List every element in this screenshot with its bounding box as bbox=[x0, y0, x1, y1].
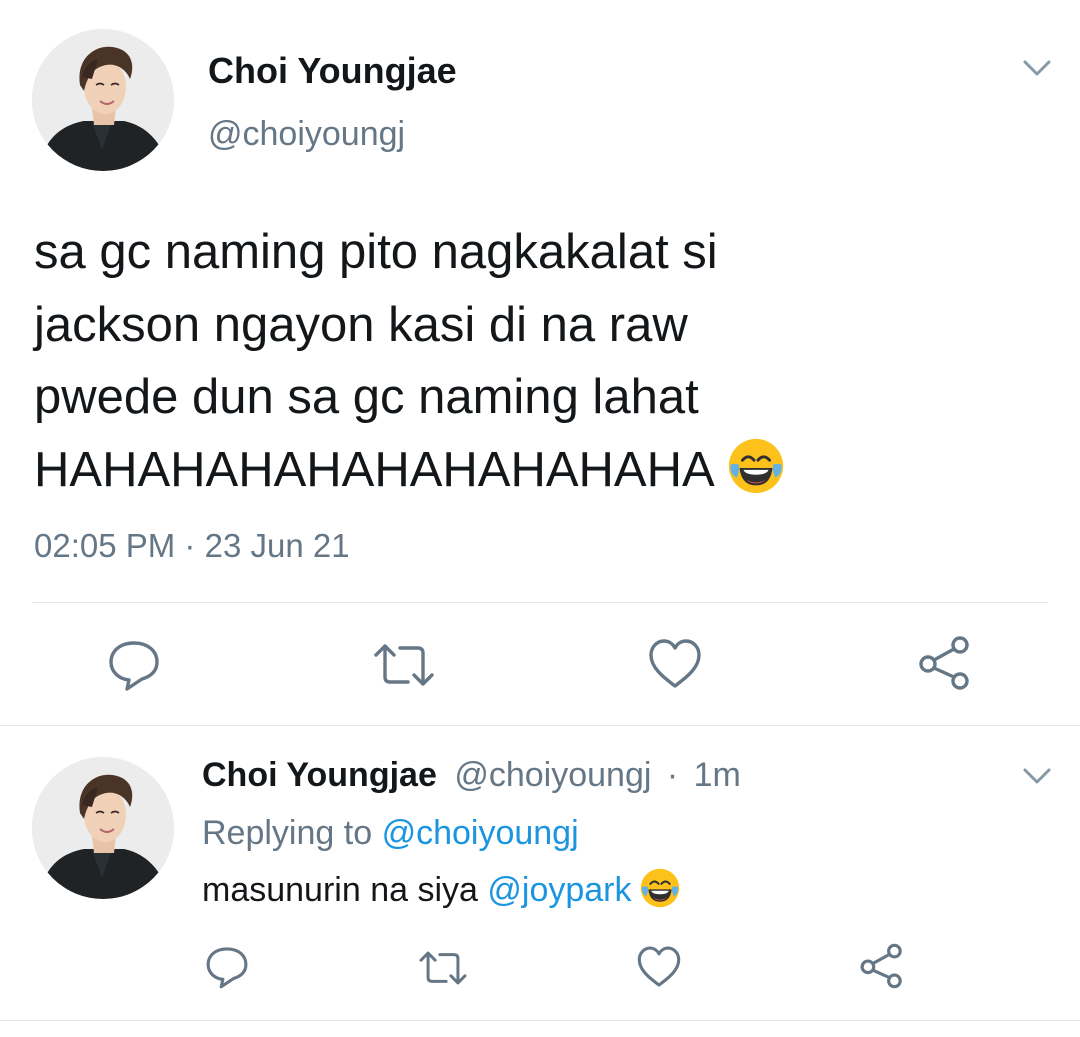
tears-of-joy-emoji-icon bbox=[638, 866, 682, 910]
divider bbox=[0, 1020, 1080, 1021]
mention-link[interactable]: @joypark bbox=[487, 871, 631, 909]
header-separator: · bbox=[666, 756, 679, 794]
tweet-text-line: pwede dun sa gc naming lahat bbox=[34, 370, 699, 424]
reply-button[interactable] bbox=[106, 637, 162, 693]
tweet-date: 23 Jun 21 bbox=[204, 527, 350, 564]
tweet-time: 02:05 PM bbox=[34, 527, 176, 564]
retweet-icon bbox=[374, 644, 434, 686]
replying-to: Replying to @choiyoungj bbox=[202, 814, 579, 853]
replying-to-mention[interactable]: @choiyoungj bbox=[382, 814, 579, 852]
divider bbox=[0, 725, 1080, 726]
tweet-text-line: sa gc naming pito nagkakalat si bbox=[34, 225, 718, 279]
timestamp-separator: · bbox=[184, 527, 196, 564]
tweet-text-laugh: HAHAHAHAHAHAHAHAHAHA bbox=[34, 442, 715, 497]
timestamp: 02:05 PM · 23 Jun 21 bbox=[34, 527, 350, 565]
comment-icon bbox=[109, 641, 159, 691]
like-button[interactable] bbox=[634, 944, 684, 990]
user-handle[interactable]: @choiyoungj bbox=[454, 756, 651, 794]
relative-time: 1m bbox=[693, 756, 741, 794]
retweet-button[interactable] bbox=[416, 946, 470, 990]
share-button[interactable] bbox=[858, 942, 906, 990]
chevron-down-icon[interactable] bbox=[1022, 766, 1052, 786]
profile-photo bbox=[32, 29, 174, 171]
divider bbox=[32, 602, 1048, 603]
retweet-icon bbox=[419, 951, 467, 985]
tears-of-joy-emoji-icon bbox=[725, 435, 787, 497]
reply-text: masunurin na siya @joypark bbox=[202, 871, 682, 910]
tweet-text-line: HAHAHAHAHAHAHAHAHAHA bbox=[34, 434, 1034, 507]
share-button[interactable] bbox=[916, 634, 974, 692]
share-icon bbox=[860, 943, 902, 989]
user-handle[interactable]: @choiyoungj bbox=[208, 115, 405, 154]
display-name[interactable]: Choi Youngjae bbox=[208, 50, 457, 92]
chevron-down-icon[interactable] bbox=[1022, 58, 1052, 78]
replying-to-label: Replying to bbox=[202, 814, 373, 852]
display-name[interactable]: Choi Youngjae bbox=[202, 756, 437, 794]
tweet-text: sa gc naming pito nagkakalat si jackson … bbox=[34, 216, 1034, 506]
heart-icon bbox=[637, 946, 681, 987]
share-icon bbox=[919, 636, 969, 690]
tweet-text-line: jackson ngayon kasi di na raw bbox=[34, 297, 688, 352]
reply-button[interactable] bbox=[204, 944, 250, 990]
comment-icon bbox=[206, 947, 248, 989]
profile-photo bbox=[32, 757, 174, 899]
main-tweet: Choi Youngjae @choiyoungj sa gc naming p… bbox=[0, 0, 1080, 726]
avatar[interactable] bbox=[32, 29, 174, 171]
reply-body: masunurin na siya bbox=[202, 871, 478, 909]
like-button[interactable] bbox=[646, 636, 704, 692]
avatar[interactable] bbox=[32, 757, 174, 899]
reply-header: Choi Youngjae @choiyoungj · 1m bbox=[202, 756, 741, 795]
heart-icon bbox=[649, 639, 701, 688]
retweet-button[interactable] bbox=[372, 637, 436, 693]
